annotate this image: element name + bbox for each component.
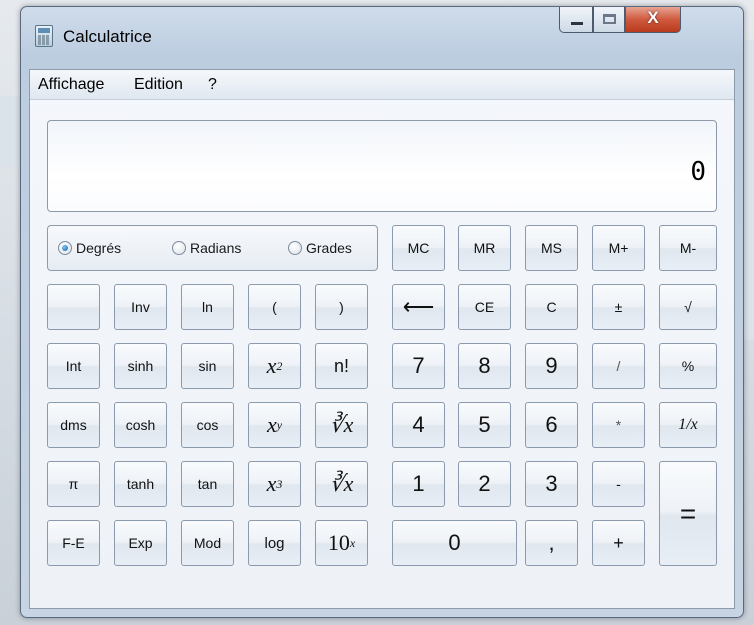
m-minus-button[interactable]: M- bbox=[659, 225, 717, 271]
radio-unchecked-icon bbox=[172, 241, 186, 255]
cosh-button[interactable]: cosh bbox=[114, 402, 167, 448]
mr-button[interactable]: MR bbox=[458, 225, 511, 271]
calculator-body: Affichage Edition ? 0 Degrés Radians Gra… bbox=[29, 69, 735, 609]
add-button[interactable]: + bbox=[592, 520, 645, 566]
digit-3-button[interactable]: 3 bbox=[525, 461, 578, 507]
sin-button[interactable]: sin bbox=[181, 343, 234, 389]
menu-edition[interactable]: Edition bbox=[134, 76, 183, 94]
background-window-strip bbox=[744, 40, 754, 340]
radio-label: Grades bbox=[306, 240, 352, 256]
menu-bar: Affichage Edition ? bbox=[30, 70, 734, 100]
radio-unchecked-icon bbox=[288, 241, 302, 255]
equals-button[interactable]: = bbox=[659, 461, 717, 566]
radio-label: Degrés bbox=[76, 240, 122, 256]
x-cubed-exp: 3 bbox=[276, 476, 283, 491]
calculator-icon bbox=[35, 25, 53, 47]
digit-9-button[interactable]: 9 bbox=[525, 343, 578, 389]
sqrt-button[interactable]: √ bbox=[659, 284, 717, 330]
radio-degres[interactable]: Degrés bbox=[58, 240, 121, 256]
digit-5-button[interactable]: 5 bbox=[458, 402, 511, 448]
backspace-button[interactable]: ⟵ bbox=[392, 284, 445, 330]
sinh-button[interactable]: sinh bbox=[114, 343, 167, 389]
reciprocal-button[interactable]: 1/x bbox=[659, 402, 717, 448]
digit-2-button[interactable]: 2 bbox=[458, 461, 511, 507]
percent-button[interactable]: % bbox=[659, 343, 717, 389]
radio-checked-icon bbox=[58, 241, 72, 255]
dms-button[interactable]: dms bbox=[47, 402, 100, 448]
x-cubed-base: x bbox=[266, 471, 277, 496]
angle-mode-group: Degrés Radians Grades bbox=[47, 225, 378, 271]
mc-button[interactable]: MC bbox=[392, 225, 445, 271]
multiply-button[interactable]: * bbox=[592, 402, 645, 448]
cos-button[interactable]: cos bbox=[181, 402, 234, 448]
digit-0-button[interactable]: 0 bbox=[392, 520, 517, 566]
ten-power-x-base: 10 bbox=[327, 530, 350, 555]
tan-button[interactable]: tan bbox=[181, 461, 234, 507]
exp-button[interactable]: Exp bbox=[114, 520, 167, 566]
fe-button[interactable]: F-E bbox=[47, 520, 100, 566]
ten-power-x-exp: x bbox=[349, 535, 356, 550]
tanh-button[interactable]: tanh bbox=[114, 461, 167, 507]
x-squared-base: x bbox=[266, 353, 277, 378]
int-button[interactable]: Int bbox=[47, 343, 100, 389]
x-power-y-exp: y bbox=[276, 417, 283, 432]
digit-6-button[interactable]: 6 bbox=[525, 402, 578, 448]
minimize-button[interactable] bbox=[559, 7, 593, 33]
blank-button[interactable] bbox=[47, 284, 100, 330]
x-power-y-base: x bbox=[266, 412, 277, 437]
y-root-button[interactable]: ∛x bbox=[315, 402, 368, 448]
ms-button[interactable]: MS bbox=[525, 225, 578, 271]
close-icon: X bbox=[647, 8, 659, 27]
window-title: Calculatrice bbox=[63, 27, 152, 46]
close-paren-button[interactable]: ) bbox=[315, 284, 368, 330]
c-button[interactable]: C bbox=[525, 284, 578, 330]
radio-label: Radians bbox=[190, 240, 242, 256]
decimal-button[interactable]: , bbox=[525, 520, 578, 566]
maximize-button[interactable] bbox=[593, 7, 625, 33]
x-cubed-button[interactable]: x3 bbox=[248, 461, 301, 507]
title-bar[interactable]: Calculatrice X bbox=[21, 7, 743, 69]
open-paren-button[interactable]: ( bbox=[248, 284, 301, 330]
plus-minus-button[interactable]: ± bbox=[592, 284, 645, 330]
factorial-button[interactable]: n! bbox=[315, 343, 368, 389]
minimize-icon bbox=[571, 22, 583, 25]
divide-button[interactable]: / bbox=[592, 343, 645, 389]
background-window-strip bbox=[0, 96, 20, 166]
maximize-icon bbox=[603, 14, 616, 24]
calculator-window: Calculatrice X Affichage Edition ? 0 Deg… bbox=[20, 6, 744, 618]
digit-7-button[interactable]: 7 bbox=[392, 343, 445, 389]
log-button[interactable]: log bbox=[248, 520, 301, 566]
close-button[interactable]: X bbox=[625, 7, 681, 33]
ce-button[interactable]: CE bbox=[458, 284, 511, 330]
x-squared-exp: 2 bbox=[276, 358, 283, 373]
pi-button[interactable]: π bbox=[47, 461, 100, 507]
ln-button[interactable]: ln bbox=[181, 284, 234, 330]
radio-grades[interactable]: Grades bbox=[288, 240, 352, 256]
digit-8-button[interactable]: 8 bbox=[458, 343, 511, 389]
menu-help[interactable]: ? bbox=[208, 76, 217, 94]
ten-power-x-button[interactable]: 10 x bbox=[315, 520, 368, 566]
inv-button[interactable]: Inv bbox=[114, 284, 167, 330]
digit-1-button[interactable]: 1 bbox=[392, 461, 445, 507]
result-display: 0 bbox=[47, 120, 717, 212]
cube-root-button[interactable]: ∛x bbox=[315, 461, 368, 507]
m-plus-button[interactable]: M+ bbox=[592, 225, 645, 271]
mod-button[interactable]: Mod bbox=[181, 520, 234, 566]
x-squared-button[interactable]: x2 bbox=[248, 343, 301, 389]
menu-affichage[interactable]: Affichage bbox=[38, 76, 104, 94]
radio-radians[interactable]: Radians bbox=[172, 240, 241, 256]
x-power-y-button[interactable]: xy bbox=[248, 402, 301, 448]
display-value: 0 bbox=[690, 157, 706, 187]
digit-4-button[interactable]: 4 bbox=[392, 402, 445, 448]
subtract-button[interactable]: - bbox=[592, 461, 645, 507]
